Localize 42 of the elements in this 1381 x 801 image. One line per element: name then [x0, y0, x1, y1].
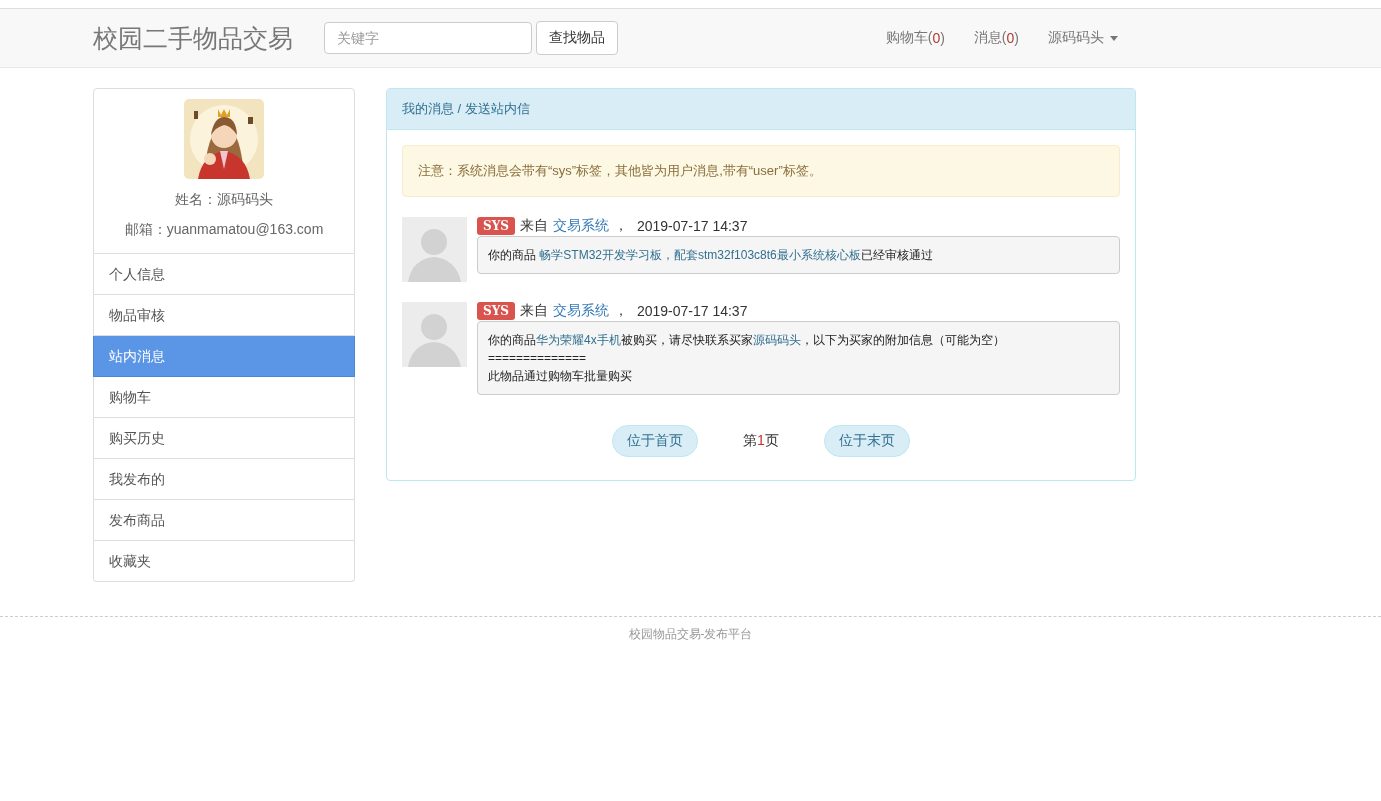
system-tag: SYS [477, 302, 515, 320]
from-label: 来自 [519, 302, 548, 320]
message-time: 2019-07-17 14:37 [636, 303, 748, 319]
item-link[interactable]: 华为荣耀4x手机 [536, 333, 621, 347]
sidebar-item[interactable]: 购物车 [93, 377, 355, 418]
system-tag: SYS [477, 217, 515, 235]
separator: ， [613, 302, 628, 320]
notice-alert: 注意：系统消息会带有“sys”标签，其他皆为用户消息,带有“user”标签。 [402, 145, 1120, 197]
avatar-placeholder-icon [402, 302, 467, 367]
sidebar-item[interactable]: 我发布的 [93, 459, 355, 500]
caret-icon [1110, 35, 1118, 41]
nav-link[interactable]: 源码码头 [1048, 29, 1118, 47]
item-link[interactable]: 畅学STM32开发学习板，配套stm32f103c8t6最小系统核心板 [539, 248, 861, 262]
search-button[interactable]: 查找物品 [536, 21, 618, 55]
sidebar-item[interactable]: 购买历史 [93, 418, 355, 459]
sidebar-item[interactable]: 收藏夹 [93, 541, 355, 582]
from-label: 来自 [519, 217, 548, 235]
sidebar-item[interactable]: 个人信息 [93, 254, 355, 295]
message-time: 2019-07-17 14:37 [636, 218, 748, 234]
message-text: 此物品通过购物车批量购买 [488, 368, 633, 385]
message-text: 你的商品 畅学STM32开发学习板，配套stm32f103c8t6最小系统核心板已经审核通过 [488, 247, 934, 264]
search-field[interactable]: 关键字 [324, 22, 532, 54]
sender-link[interactable]: 交易系统 [552, 217, 609, 235]
first-page-button[interactable]: 位于首页 [612, 425, 699, 457]
nav-link[interactable]: 购物车(0) [885, 29, 945, 47]
message-text: ============== [488, 350, 588, 367]
sidebar-item[interactable]: 物品审核 [93, 295, 355, 336]
footer-text: 校园物品交易-发布平台 [628, 627, 753, 641]
panel-heading: 我的消息 / 发送站内信 [387, 89, 1135, 130]
user-email: 邮箱：yuanmamatou@163.com [124, 221, 324, 239]
message-text: 你的商品华为荣耀4x手机被购买，请尽快联系买家源码码头，以下为买家的附加信息（可能为空） [488, 332, 1006, 349]
sidebar-item[interactable]: 站内消息 [93, 336, 355, 377]
avatar-placeholder-icon [402, 217, 467, 282]
page-indicator: 第1页 [743, 432, 779, 450]
site-title[interactable]: 校园二手物品交易 [93, 21, 293, 55]
last-page-button[interactable]: 位于末页 [823, 425, 910, 457]
user-name: 姓名：源码码头 [175, 191, 273, 209]
sidebar-item[interactable]: 发布商品 [93, 500, 355, 541]
sender-link[interactable]: 交易系统 [552, 302, 609, 320]
nav-link[interactable]: 消息(0) [973, 29, 1019, 47]
separator: ， [613, 217, 628, 235]
item-link[interactable]: 源码码头 [752, 333, 801, 347]
